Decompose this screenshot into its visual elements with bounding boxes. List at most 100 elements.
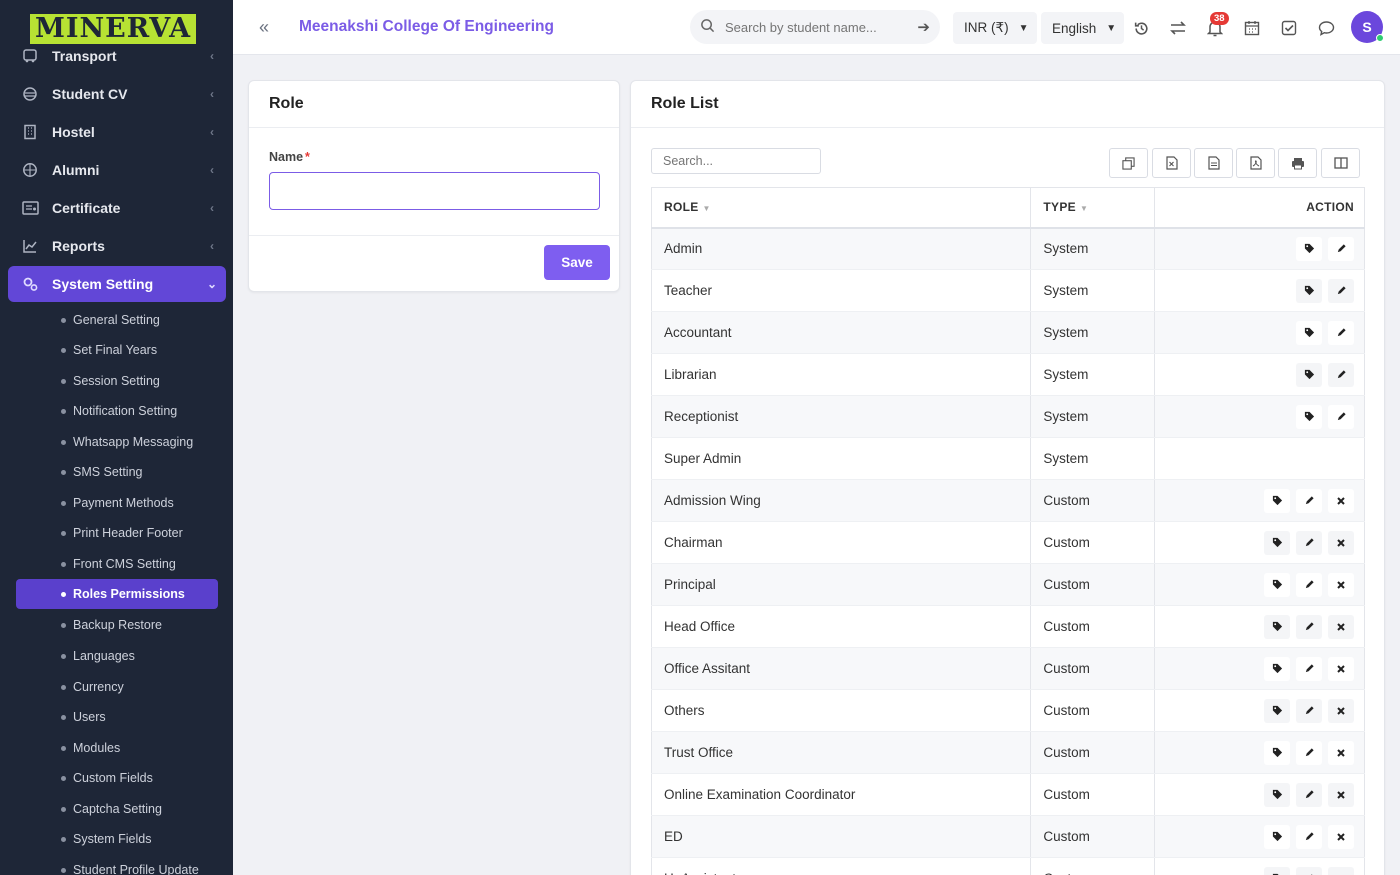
name-label: Name * [269, 150, 310, 164]
sidebar-item-reports[interactable]: Reports ‹ [8, 228, 226, 264]
save-button[interactable]: Save [544, 245, 610, 280]
excel-icon[interactable] [1152, 148, 1191, 178]
pencil-icon[interactable] [1296, 824, 1322, 849]
close-icon[interactable] [1328, 698, 1354, 723]
table-row: ED Custom [650, 815, 1365, 858]
close-icon[interactable] [1328, 572, 1354, 597]
tag-icon[interactable] [1264, 614, 1290, 639]
tag-icon[interactable] [1264, 698, 1290, 723]
logo: MINERVA [30, 14, 196, 44]
chat-icon[interactable] [1315, 17, 1337, 39]
sidebar-item-system-setting[interactable]: System Setting ⌄ [8, 266, 226, 302]
sidebar-item-student-cv[interactable]: Student CV ‹ [8, 76, 226, 112]
close-icon[interactable] [1328, 740, 1354, 765]
sidebar-subitem[interactable]: Captcha Setting [16, 794, 218, 824]
pencil-icon[interactable] [1296, 656, 1322, 681]
checklist-icon[interactable] [1278, 17, 1300, 39]
tag-icon[interactable] [1264, 782, 1290, 807]
sidebar-item-hostel[interactable]: Hostel ‹ [8, 114, 226, 150]
sidebar-subitem[interactable]: Whatsapp Messaging [16, 427, 218, 457]
tag-icon[interactable] [1296, 278, 1322, 303]
pencil-icon[interactable] [1296, 614, 1322, 639]
role-name-input[interactable] [269, 172, 600, 210]
tag-icon[interactable] [1264, 866, 1290, 875]
tag-icon[interactable] [1264, 740, 1290, 765]
sidebar-subitem[interactable]: Currency [16, 672, 218, 702]
student-search-input[interactable] [725, 19, 918, 35]
sidebar-subitem[interactable]: Roles Permissions [16, 579, 218, 609]
column-type[interactable]: TYPE ▼ [1030, 187, 1156, 229]
arrow-right-icon[interactable]: ➔ [917, 18, 930, 36]
switch-icon[interactable] [1167, 17, 1189, 39]
sidebar-subitem[interactable]: Modules [16, 733, 218, 763]
name-label-text: Name [269, 150, 304, 164]
pencil-icon[interactable] [1296, 782, 1322, 807]
sidebar-subitem[interactable]: Backup Restore [16, 610, 218, 640]
role-cell: Hr Assistant [650, 857, 1032, 875]
print-icon[interactable] [1278, 148, 1317, 178]
role-cell: Super Admin [650, 437, 1032, 480]
tag-icon[interactable] [1264, 530, 1290, 555]
action-cell [1154, 437, 1365, 480]
pencil-icon[interactable] [1328, 236, 1354, 261]
history-icon[interactable] [1130, 17, 1152, 39]
tag-icon[interactable] [1296, 320, 1322, 345]
pencil-icon[interactable] [1296, 572, 1322, 597]
pencil-icon[interactable] [1296, 488, 1322, 513]
close-icon[interactable] [1328, 530, 1354, 555]
sidebar-subitem[interactable]: General Setting [16, 305, 218, 335]
pencil-icon[interactable] [1328, 404, 1354, 429]
language-select[interactable]: English ▼ [1041, 12, 1125, 44]
pencil-icon[interactable] [1296, 530, 1322, 555]
sidebar-item-certificate[interactable]: Certificate ‹ [8, 190, 226, 226]
tag-icon[interactable] [1264, 824, 1290, 849]
sidebar-subitem[interactable]: Payment Methods [16, 488, 218, 518]
sidebar-subitem[interactable]: Languages [16, 641, 218, 671]
sidebar-subitem[interactable]: Student Profile Update [16, 855, 218, 875]
sidebar-subitem[interactable]: Custom Fields [16, 763, 218, 793]
role-list-search-input[interactable] [651, 148, 821, 174]
close-icon[interactable] [1328, 866, 1354, 875]
pencil-icon[interactable] [1296, 740, 1322, 765]
sidebar-subitem[interactable]: Users [16, 702, 218, 732]
sidebar-item-label: System Setting [52, 276, 154, 292]
collapse-sidebar-icon[interactable]: « [259, 17, 269, 38]
type-cell: Custom [1030, 773, 1156, 816]
close-icon[interactable] [1328, 656, 1354, 681]
sidebar-subitem[interactable]: System Fields [16, 824, 218, 854]
close-icon[interactable] [1328, 824, 1354, 849]
role-cell: Trust Office [650, 731, 1032, 774]
sidebar-item-alumni[interactable]: Alumni ‹ [8, 152, 226, 188]
tag-icon[interactable] [1296, 236, 1322, 261]
copy-icon[interactable] [1109, 148, 1148, 178]
pencil-icon[interactable] [1328, 362, 1354, 387]
sidebar-subitem[interactable]: Set Final Years [16, 335, 218, 365]
currency-select[interactable]: INR (₹) ▼ [953, 12, 1037, 44]
action-cell [1154, 269, 1365, 312]
table-row: Hr AssistantCustom [650, 857, 1365, 875]
sidebar-subitem[interactable]: Notification Setting [16, 396, 218, 426]
csv-icon[interactable] [1194, 148, 1233, 178]
tag-icon[interactable] [1264, 656, 1290, 681]
pencil-icon[interactable] [1328, 320, 1354, 345]
pencil-icon[interactable] [1328, 278, 1354, 303]
calendar-icon[interactable] [1241, 17, 1263, 39]
avatar[interactable]: S [1351, 11, 1384, 43]
tag-icon[interactable] [1296, 362, 1322, 387]
sidebar-subitem[interactable]: SMS Setting [16, 457, 218, 487]
close-icon[interactable] [1328, 614, 1354, 639]
columns-icon[interactable] [1321, 148, 1360, 178]
pdf-icon[interactable] [1236, 148, 1275, 178]
sidebar-subitem-label: Set Final Years [73, 343, 158, 357]
sidebar-subitem[interactable]: Print Header Footer [16, 518, 218, 548]
column-role[interactable]: ROLE ▼ [650, 187, 1032, 229]
close-icon[interactable] [1328, 782, 1354, 807]
close-icon[interactable] [1328, 488, 1354, 513]
tag-icon[interactable] [1264, 572, 1290, 597]
pencil-icon[interactable] [1296, 866, 1322, 875]
tag-icon[interactable] [1296, 404, 1322, 429]
sidebar-subitem[interactable]: Session Setting [16, 366, 218, 396]
sidebar-subitem[interactable]: Front CMS Setting [16, 549, 218, 579]
tag-icon[interactable] [1264, 488, 1290, 513]
pencil-icon[interactable] [1296, 698, 1322, 723]
